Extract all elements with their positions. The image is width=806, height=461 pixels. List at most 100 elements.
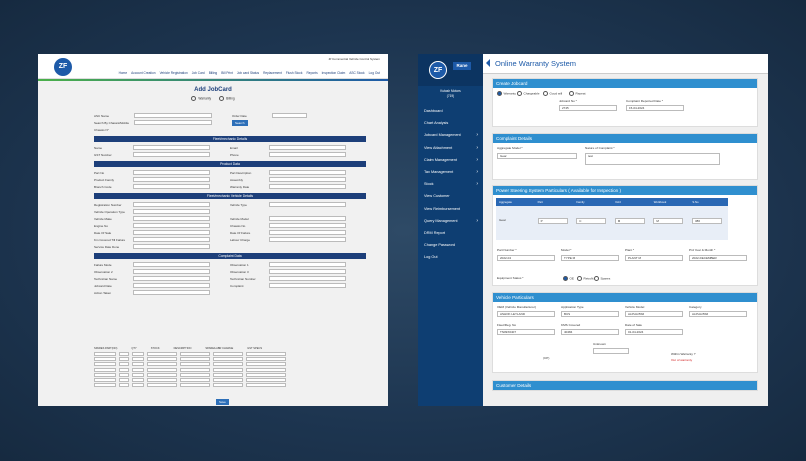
table-cell-input[interactable] — [180, 377, 210, 382]
field-input[interactable] — [133, 290, 211, 295]
table-cell-input[interactable] — [246, 372, 286, 377]
table-cell-input[interactable] — [119, 352, 129, 356]
radio-chargeable[interactable]: Chargeable — [517, 91, 540, 96]
table-cell-input[interactable] — [132, 372, 144, 377]
table-cell-input[interactable] — [147, 352, 177, 356]
unknown-input[interactable] — [593, 348, 629, 354]
field-input[interactable] — [269, 283, 346, 288]
table-cell-input[interactable] — [132, 383, 144, 388]
radio-spares[interactable]: Spares — [594, 276, 611, 281]
plant-input[interactable]: PLANT M — [625, 255, 683, 261]
sidebar-item[interactable]: Claim Management — [418, 154, 483, 166]
table-cell-input[interactable] — [94, 357, 116, 362]
table-cell-input[interactable] — [94, 372, 116, 377]
mfg-input[interactable]: 2022-DECEMBER — [689, 255, 747, 261]
nav-item[interactable]: Home — [119, 71, 128, 75]
field-input[interactable] — [269, 230, 346, 235]
field-input[interactable] — [133, 269, 210, 274]
field-input[interactable] — [269, 269, 346, 274]
field-input[interactable]: ASHOK LEYLAND — [497, 311, 555, 317]
field-input[interactable] — [133, 145, 210, 150]
pss-select[interactable]: P — [537, 218, 568, 224]
nav-item[interactable]: Replacement — [263, 71, 282, 75]
table-cell-input[interactable] — [132, 377, 144, 382]
field-input[interactable] — [133, 276, 210, 281]
table-cell-input[interactable] — [246, 352, 286, 356]
sidebar-item[interactable]: View Attachment — [418, 142, 483, 154]
table-cell-input[interactable] — [180, 352, 210, 356]
table-cell-input[interactable] — [132, 367, 144, 372]
nav-item[interactable]: Reports — [307, 71, 318, 75]
table-cell-input[interactable] — [94, 377, 116, 382]
pss-select[interactable]: M — [653, 218, 684, 224]
table-cell-input[interactable] — [147, 357, 177, 362]
pss-select[interactable]: 386 — [692, 218, 722, 224]
part-no-select[interactable]: 2022-04 — [497, 255, 555, 261]
table-cell-input[interactable] — [119, 357, 129, 362]
field-input[interactable] — [133, 170, 210, 175]
search-button[interactable]: Search — [232, 119, 248, 126]
table-cell-input[interactable] — [119, 372, 129, 377]
table-cell-input[interactable] — [246, 357, 286, 362]
field-input[interactable]: 40484 — [561, 329, 619, 335]
table-cell-input[interactable] — [132, 362, 144, 367]
sidebar-item[interactable]: Tax Management — [418, 166, 483, 178]
field-input[interactable] — [269, 276, 346, 281]
field-input[interactable] — [269, 202, 346, 207]
nav-item[interactable]: Account Creation — [131, 71, 155, 75]
radio-oe[interactable]: OE — [563, 276, 574, 281]
nav-item[interactable]: Billing — [209, 71, 218, 75]
radio-warranty[interactable]: Warranty — [497, 91, 516, 96]
field-input[interactable] — [269, 145, 346, 150]
table-cell-input[interactable] — [147, 362, 177, 367]
field-input[interactable]: BUS — [561, 311, 619, 317]
table-cell-input[interactable] — [246, 383, 286, 388]
radio-goodwill[interactable]: Good will — [543, 91, 563, 96]
field-input[interactable] — [133, 244, 211, 249]
search-input[interactable] — [134, 120, 212, 125]
radio-billing[interactable]: Billing — [219, 96, 235, 101]
field-input[interactable]: 01-04-2024 — [625, 329, 683, 335]
nav-item[interactable]: Vehicle Registration — [160, 71, 188, 75]
radio-warranty[interactable]: Warranty — [191, 96, 211, 101]
aggregate-select[interactable]: Gear — [497, 153, 577, 159]
table-cell-input[interactable] — [132, 352, 144, 356]
table-cell-input[interactable] — [213, 377, 243, 382]
sidebar-item[interactable]: Query Management — [418, 215, 483, 227]
nature-textarea[interactable]: test — [585, 153, 720, 165]
table-cell-input[interactable] — [180, 362, 210, 367]
field-input[interactable]: TN09X0407 — [497, 329, 555, 335]
nav-item[interactable]: Inspection Claim — [322, 71, 346, 75]
jobcard-no-input[interactable]: 2745 — [559, 105, 617, 111]
nav-item[interactable]: Job card Status — [237, 71, 259, 75]
field-input[interactable] — [133, 283, 210, 288]
field-input[interactable] — [133, 152, 210, 157]
table-cell-input[interactable] — [213, 367, 243, 372]
field-input[interactable] — [269, 152, 346, 157]
field-input[interactable] — [269, 184, 346, 189]
model-select[interactable]: TYPE M — [561, 255, 619, 261]
sidebar-item[interactable]: View Reimbursement — [418, 203, 483, 215]
collapse-chevron-icon[interactable] — [486, 59, 490, 67]
sidebar-item[interactable]: Jobcard Management — [418, 129, 483, 141]
table-cell-input[interactable] — [147, 367, 177, 372]
table-cell-input[interactable] — [119, 383, 129, 388]
field-input[interactable] — [269, 216, 346, 221]
table-cell-input[interactable] — [213, 383, 243, 388]
table-cell-input[interactable] — [94, 362, 116, 367]
field-input[interactable] — [133, 177, 210, 182]
sidebar-item[interactable]: Dashboard — [418, 105, 483, 117]
table-cell-input[interactable] — [132, 357, 144, 362]
table-cell-input[interactable] — [147, 377, 177, 382]
nav-item[interactable]: Flush Stock — [286, 71, 303, 75]
field-input[interactable] — [269, 170, 346, 175]
nav-item[interactable]: Job Card — [192, 71, 205, 75]
field-input[interactable] — [133, 184, 210, 189]
table-cell-input[interactable] — [94, 383, 116, 388]
table-cell-input[interactable] — [147, 372, 177, 377]
field-input[interactable] — [133, 230, 210, 235]
order-date-input[interactable] — [272, 113, 307, 118]
field-input[interactable] — [269, 223, 346, 228]
field-input[interactable] — [133, 202, 210, 207]
table-cell-input[interactable] — [119, 367, 129, 372]
